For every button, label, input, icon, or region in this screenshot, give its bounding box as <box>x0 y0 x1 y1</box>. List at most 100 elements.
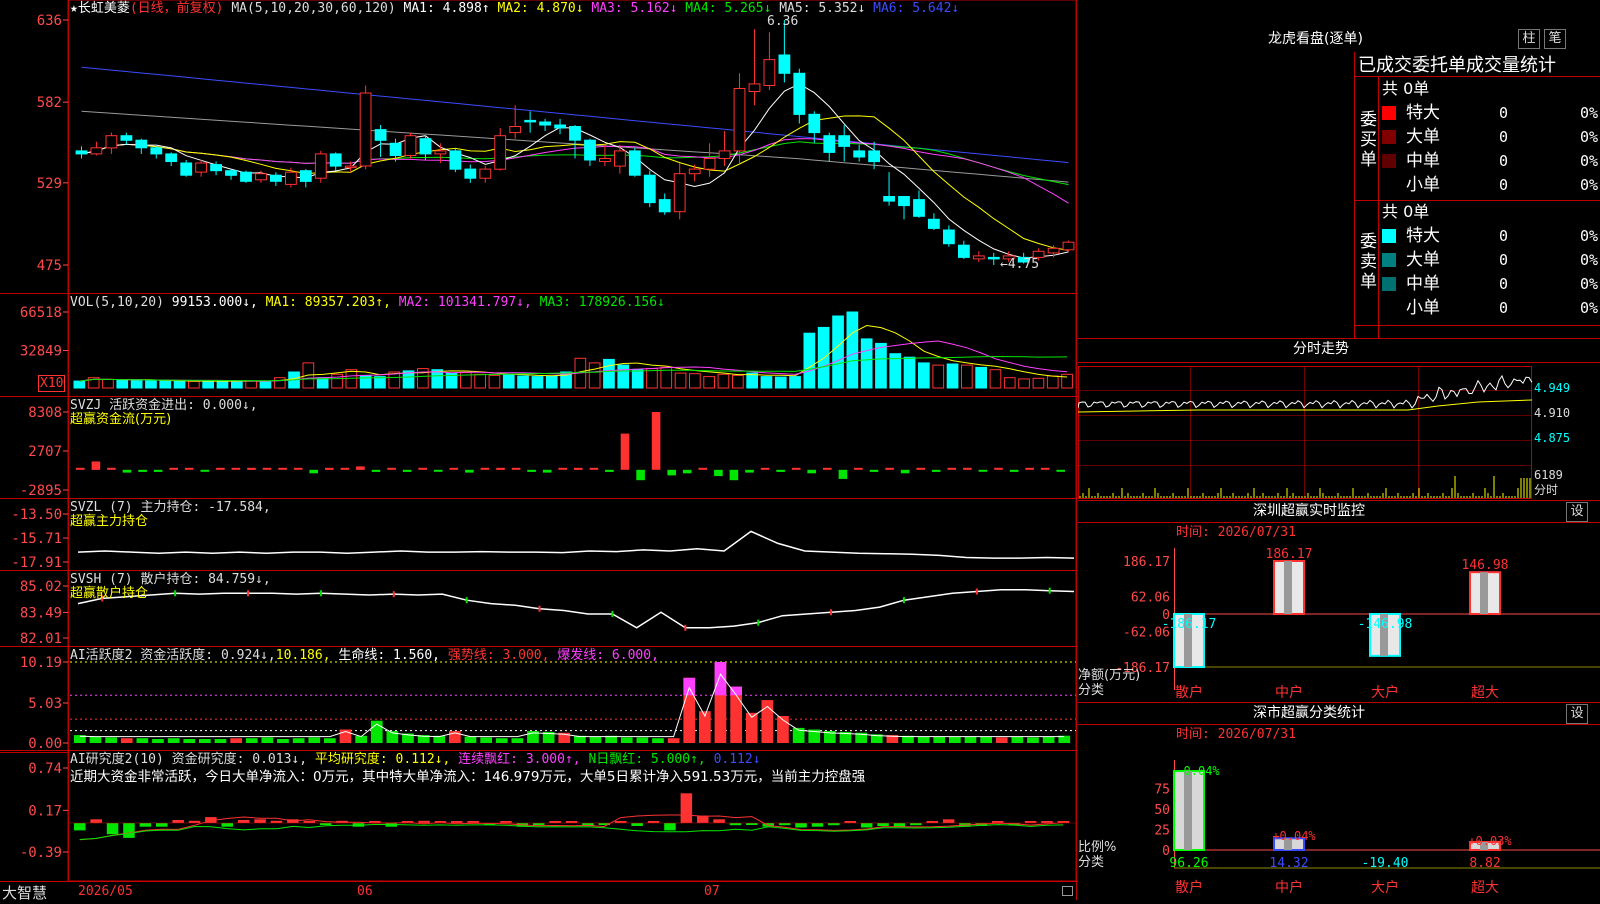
candle <box>1062 241 1075 251</box>
candle <box>285 171 297 185</box>
svzj-bar <box>153 469 163 472</box>
vol-bar <box>717 373 730 389</box>
svsh-subtitle: 超赢散户持仓 <box>70 586 149 601</box>
vol-ma2: MA2: 101341.797↓, <box>398 295 532 310</box>
vol-bar <box>803 332 816 389</box>
monitor-bar-shade <box>1480 572 1488 614</box>
vol-bar <box>502 374 515 389</box>
ai2-bar <box>270 820 283 823</box>
vol-bar <box>1018 378 1030 389</box>
buy-row-label: 大单 <box>1406 127 1440 147</box>
classify-top-label: -0.04% <box>1176 764 1220 778</box>
vol-bar <box>1046 375 1059 389</box>
classify-axis-tick: 50 <box>1154 803 1170 818</box>
svzj-bar <box>916 467 925 470</box>
ai2-title: AI研究度2(10) 资金研究度: 0.013↓, <box>70 752 308 767</box>
vol-panel-header: VOL(5,10,20) 99153.000↓, MA1: 89357.203↑… <box>70 295 665 310</box>
vol-unit-badge[interactable]: X10 <box>38 375 66 392</box>
candle <box>868 150 881 163</box>
ai2-bar <box>631 823 643 826</box>
classify-category-label: 大户 <box>1371 879 1399 896</box>
svzj-bar <box>714 469 723 477</box>
monitor-category-label: 中户 <box>1275 684 1303 701</box>
vol-bar <box>975 366 987 389</box>
monitor-axis-tick: 62.06 <box>1131 590 1170 605</box>
ai2-last: 0.112↓ <box>713 752 761 767</box>
vol-bar <box>832 315 844 389</box>
sell-row-swatch <box>1382 253 1396 267</box>
ai2-bar <box>860 823 873 828</box>
vol-bar <box>116 379 129 389</box>
sell-row-label: 特大 <box>1406 226 1440 246</box>
ai2-bar <box>844 821 856 823</box>
buy-row-pct: 0% <box>1579 176 1598 194</box>
ai2-bar <box>647 821 660 823</box>
buy-order-label: 委买单 <box>1360 110 1377 170</box>
ai1-title: AI活跃度2 资金活跃度: 0.924↓, <box>70 648 276 663</box>
ai1-trend-line <box>79 673 1065 738</box>
svzj-bar <box>823 467 832 470</box>
ai1-bar <box>980 736 992 743</box>
ai2-bar <box>729 823 742 826</box>
ai2-bar <box>303 821 315 823</box>
vol-bar <box>1003 377 1016 389</box>
svzj-bar <box>387 467 396 470</box>
svzj-bar <box>200 469 210 472</box>
classify-settings-button[interactable]: 设 <box>1566 704 1588 724</box>
candle <box>958 244 970 258</box>
vol-bar <box>760 376 773 389</box>
tick-mode-button[interactable]: 笔 <box>1544 29 1566 49</box>
svzj-bar <box>807 469 816 474</box>
ai1-strong: 强势线: 3.000, <box>447 648 550 663</box>
candle <box>270 174 282 182</box>
lock-icon[interactable] <box>1062 886 1073 896</box>
ai1-bar <box>1027 737 1039 743</box>
vol-bar <box>746 372 758 389</box>
ai1-bar <box>917 736 930 743</box>
ai1-bar <box>667 738 680 743</box>
candle <box>643 174 656 204</box>
ai2-bar <box>237 820 250 823</box>
monitor-bar-label: -186.17 <box>1162 617 1217 632</box>
left-chart-area[interactable]: 636 582 529 475 66518 32849 8308 2707 -2895 -13.5… <box>0 0 1078 902</box>
vol-bar <box>359 374 372 389</box>
vol-bar <box>345 369 358 389</box>
ai1-axis-tick: 10.19 <box>20 655 62 671</box>
svzj-bar <box>1056 469 1065 472</box>
ai1-bar <box>214 739 227 743</box>
ai2-bar <box>467 821 479 823</box>
svzj-title: SVZJ 活跃资金进出: 0.000↓, <box>70 398 258 413</box>
monitor-settings-button[interactable]: 设 <box>1566 502 1588 522</box>
ai1-life: 生命线: 1.560, <box>338 648 440 663</box>
buy-row-swatch <box>1382 130 1396 144</box>
candle <box>913 199 925 217</box>
candle <box>255 173 267 181</box>
vol-bar <box>918 362 930 389</box>
vol-bar <box>774 376 787 389</box>
svzj-bar <box>667 469 676 476</box>
classify-axis-tick: 75 <box>1154 783 1170 798</box>
classify-axis-tick: 25 <box>1154 824 1170 839</box>
vol-bar <box>545 375 558 389</box>
monitor-ylabel: 净额(万元) <box>1078 668 1141 683</box>
svzj-bar <box>309 469 318 474</box>
svzl-axis-tick: -13.50 <box>11 507 62 523</box>
candle <box>464 168 477 179</box>
ai1-bar <box>995 737 1008 743</box>
svzj-bar <box>574 467 583 470</box>
bar-mode-button[interactable]: 柱 <box>1518 29 1540 49</box>
ai2-bar <box>664 823 676 831</box>
classify-value-label: 8.82 <box>1469 856 1500 871</box>
star-icon: ★ <box>70 1 78 16</box>
vol-bar <box>603 358 615 389</box>
candle <box>658 199 671 213</box>
ai2-bar <box>795 823 807 828</box>
vol-bar <box>860 338 873 389</box>
vol-bar <box>703 376 715 389</box>
candle <box>374 129 387 141</box>
buy-total: 共 0单 <box>1382 79 1430 98</box>
vol-ma1: MA1: 89357.203↑, <box>265 295 391 310</box>
candle <box>105 135 118 149</box>
monitor-xlabel: 分类 <box>1078 683 1105 698</box>
sell-row-swatch <box>1382 229 1396 243</box>
